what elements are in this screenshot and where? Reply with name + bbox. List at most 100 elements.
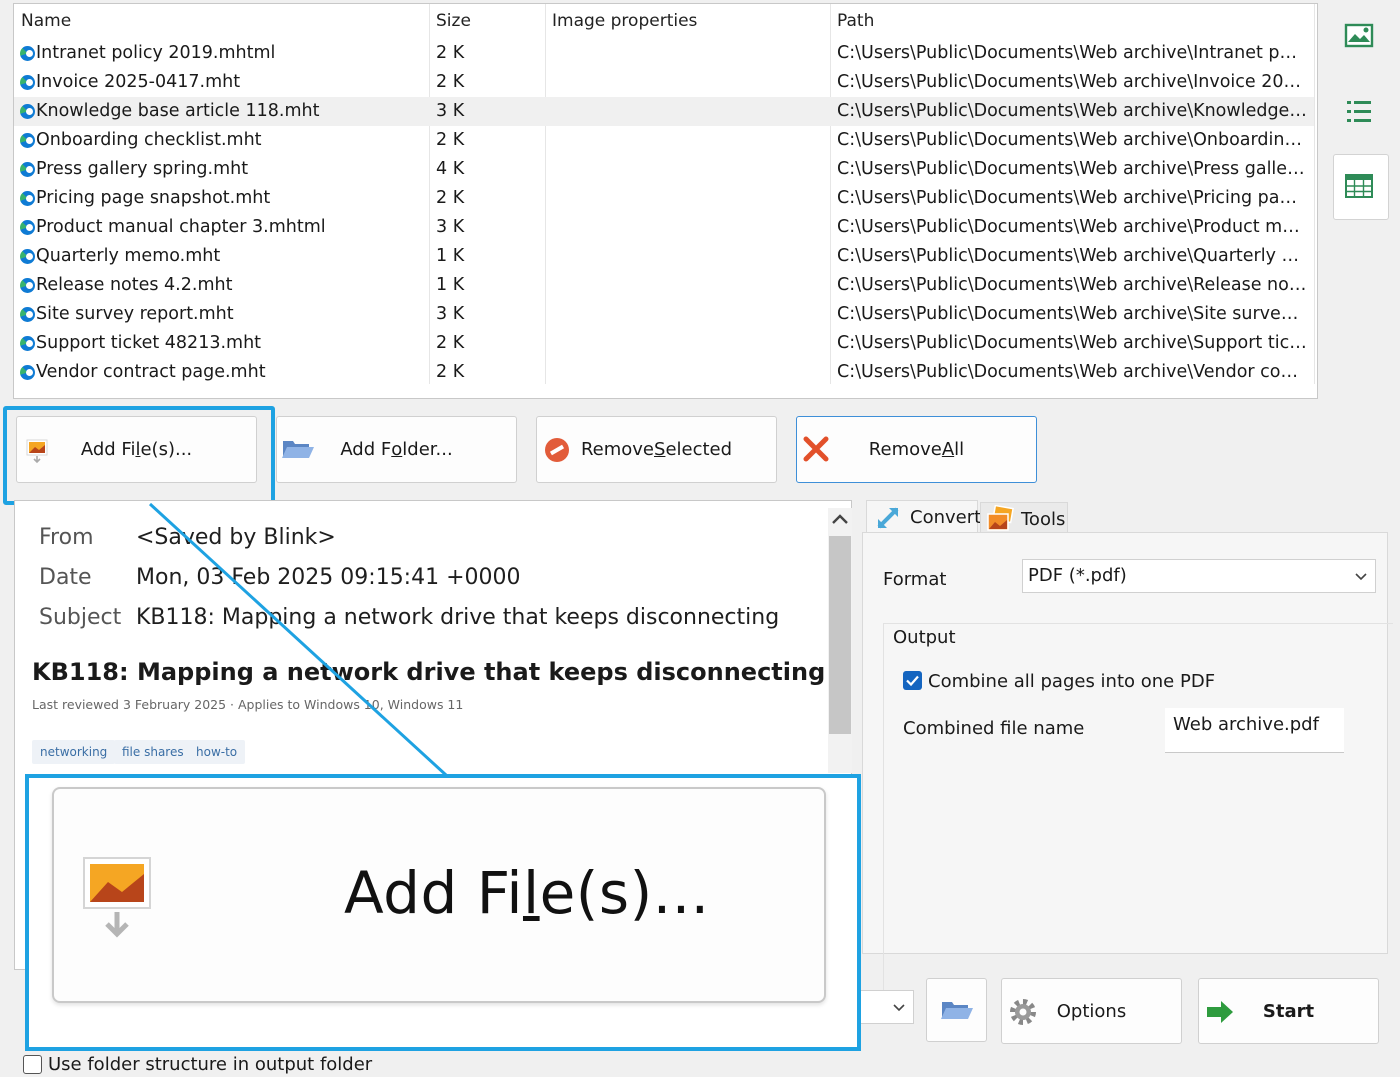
file-path: C:\Users\Public\Documents\Web archive\In… bbox=[837, 72, 1307, 92]
file-name: Press gallery spring.mht bbox=[36, 159, 249, 179]
table-row[interactable]: Knowledge base article 118.mht 3 K C:\User… bbox=[14, 97, 1314, 126]
list-view-icon[interactable] bbox=[1333, 86, 1385, 138]
table-row[interactable]: Site survey report.mht 3 K C:\Users\Public… bbox=[14, 300, 1314, 329]
column-header-size[interactable]: Size bbox=[429, 4, 545, 39]
tag-how-to[interactable]: how-to bbox=[188, 740, 246, 764]
combine-checkbox[interactable] bbox=[903, 671, 922, 690]
edge-file-icon bbox=[20, 104, 35, 119]
remove-all-label: Remove All bbox=[868, 439, 965, 460]
tag-networking[interactable]: networking bbox=[32, 740, 116, 764]
edge-file-icon bbox=[20, 191, 35, 206]
edge-file-icon bbox=[20, 278, 35, 293]
file-path: C:\Users\Public\Documents\Web archive\Pr… bbox=[837, 217, 1307, 237]
remove-selected-button[interactable]: Remove Selected bbox=[536, 416, 777, 483]
format-label: Format bbox=[883, 569, 947, 590]
folder-open-icon bbox=[940, 998, 974, 1027]
add-folder-label: Add Fo lder... bbox=[340, 439, 453, 460]
file-size: 2 K bbox=[436, 188, 465, 208]
tab-convert-label: Convert bbox=[910, 507, 982, 528]
file-path: C:\Users\Public\Documents\Web archive\Pr… bbox=[837, 188, 1307, 208]
edge-file-icon bbox=[20, 162, 35, 177]
from-label: From bbox=[39, 525, 94, 550]
edge-file-icon bbox=[20, 307, 35, 322]
file-path: C:\Users\Public\Documents\Web archive\Su… bbox=[837, 333, 1307, 353]
file-name: Onboarding checklist.mht bbox=[36, 130, 262, 150]
scroll-thumb[interactable] bbox=[829, 536, 851, 734]
subject-label: Subject bbox=[39, 605, 122, 630]
format-dropdown[interactable]: PDF (*.pdf) bbox=[1022, 559, 1376, 593]
file-name: Product manual chapter 3.mhtml bbox=[36, 217, 326, 237]
chevron-down-icon bbox=[1353, 562, 1369, 601]
folder-structure-label: Use folder structure in output folder bbox=[48, 1054, 373, 1075]
table-row[interactable]: Intranet policy 2019.mhtml 2 K C:\Users\Pu… bbox=[14, 39, 1314, 68]
file-name: Release notes 4.2.mht bbox=[36, 275, 233, 295]
zoomed-add-files-button: Add File(s)... bbox=[52, 787, 826, 1003]
file-name: Invoice 2025-0417.mht bbox=[36, 72, 241, 92]
combined-name-input[interactable]: Web archive.pdf bbox=[1165, 708, 1344, 753]
file-size: 3 K bbox=[436, 304, 465, 324]
checkmark-icon bbox=[906, 675, 919, 687]
add-image-icon bbox=[82, 856, 152, 946]
table-row[interactable]: Support ticket 48213.mht 2 K C:\Users\Publ… bbox=[14, 329, 1314, 358]
file-list[interactable]: Name Size Image properties Path Intranet… bbox=[13, 3, 1318, 399]
edge-file-icon bbox=[20, 220, 35, 235]
chevron-down-icon bbox=[891, 993, 907, 1025]
table-row[interactable]: Pricing page snapshot.mht 2 K C:\Users\Pub… bbox=[14, 184, 1314, 213]
file-name: Support ticket 48213.mht bbox=[36, 333, 262, 353]
file-size: 1 K bbox=[436, 275, 465, 295]
table-row[interactable]: Press gallery spring.mht 4 K C:\Users\Publ… bbox=[14, 155, 1314, 184]
remove-all-button[interactable]: Remove All bbox=[796, 416, 1037, 483]
column-header-path[interactable]: Path bbox=[830, 4, 1315, 39]
add-files-button[interactable]: Add Fi l e(s)... bbox=[16, 416, 257, 483]
table-row[interactable]: Onboarding checklist.mht 2 K C:\Users\Publ… bbox=[14, 126, 1314, 155]
tag-file-shares[interactable]: file shares bbox=[114, 740, 192, 764]
file-path: C:\Users\Public\Documents\Web archive\Ve… bbox=[837, 362, 1307, 382]
table-view-icon[interactable] bbox=[1333, 154, 1389, 220]
format-value: PDF (*.pdf) bbox=[1028, 565, 1127, 586]
table-row[interactable]: Product manual chapter 3.mhtml 3 K C:\User… bbox=[14, 213, 1314, 242]
file-size: 2 K bbox=[436, 72, 465, 92]
table-row[interactable]: Invoice 2025-0417.mht 2 K C:\Users\Public\… bbox=[14, 68, 1314, 97]
picture-view-icon[interactable] bbox=[1333, 10, 1385, 62]
zoom-callout: Add File(s)... bbox=[25, 774, 861, 1051]
combined-name-value: Web archive.pdf bbox=[1173, 714, 1319, 735]
edge-file-icon bbox=[20, 75, 35, 90]
start-button[interactable]: Start bbox=[1198, 978, 1379, 1044]
add-folder-button[interactable]: Add Fo lder... bbox=[276, 416, 517, 483]
file-name: Intranet policy 2019.mhtml bbox=[36, 43, 276, 63]
edge-file-icon bbox=[20, 336, 35, 351]
scroll-up-arrow-icon[interactable] bbox=[828, 508, 852, 532]
file-path: C:\Users\Public\Documents\Web archive\Re… bbox=[837, 275, 1307, 295]
table-row[interactable]: Release notes 4.2.mht 1 K C:\Users\Public\… bbox=[14, 271, 1314, 300]
file-path: C:\Users\Public\Documents\Web archive\Kn… bbox=[837, 101, 1307, 121]
file-path: C:\Users\Public\Documents\Web archive\Si… bbox=[837, 304, 1307, 324]
edge-file-icon bbox=[20, 46, 35, 61]
file-size: 1 K bbox=[436, 246, 465, 266]
preview-scrollbar[interactable] bbox=[828, 508, 852, 773]
column-header-name[interactable]: Name bbox=[14, 4, 429, 39]
zoomed-add-files-label: Add File(s)... bbox=[344, 859, 710, 927]
add-files-label: Add Fi l e(s)... bbox=[80, 439, 193, 460]
file-name: Pricing page snapshot.mht bbox=[36, 188, 271, 208]
table-row[interactable]: Quarterly memo.mht 1 K C:\Users\Public\Doc… bbox=[14, 242, 1314, 271]
file-path: C:\Users\Public\Documents\Web archive\Pr… bbox=[837, 159, 1307, 179]
folder-structure-checkbox[interactable] bbox=[23, 1055, 42, 1074]
file-size: 2 K bbox=[436, 333, 465, 353]
subject-value: KB118: Mapping a network drive that keep… bbox=[136, 605, 780, 630]
table-row[interactable]: Vendor contract page.mht 2 K C:\Users\Publ… bbox=[14, 358, 1314, 387]
file-size: 4 K bbox=[436, 159, 465, 179]
file-size: 2 K bbox=[436, 130, 465, 150]
tab-convert[interactable]: Convert bbox=[866, 500, 982, 535]
file-name: Knowledge base article 118.mht bbox=[36, 101, 320, 121]
browse-folder-button[interactable] bbox=[926, 978, 987, 1042]
output-label: Output bbox=[891, 627, 958, 648]
combine-label: Combine all pages into one PDF bbox=[928, 671, 1216, 692]
article-meta: Last reviewed 3 February 2025 · Applies … bbox=[32, 697, 464, 712]
edge-file-icon bbox=[20, 249, 35, 264]
options-button[interactable]: Options bbox=[1001, 978, 1182, 1044]
file-size: 3 K bbox=[436, 217, 465, 237]
column-header-image-properties[interactable]: Image properties bbox=[545, 4, 830, 39]
convert-panel: Format PDF (*.pdf) Output Combine all pa… bbox=[862, 532, 1393, 1023]
column-divider bbox=[1314, 4, 1315, 384]
date-value: Mon, 03 Feb 2025 09:15:41 +0000 bbox=[136, 565, 521, 590]
